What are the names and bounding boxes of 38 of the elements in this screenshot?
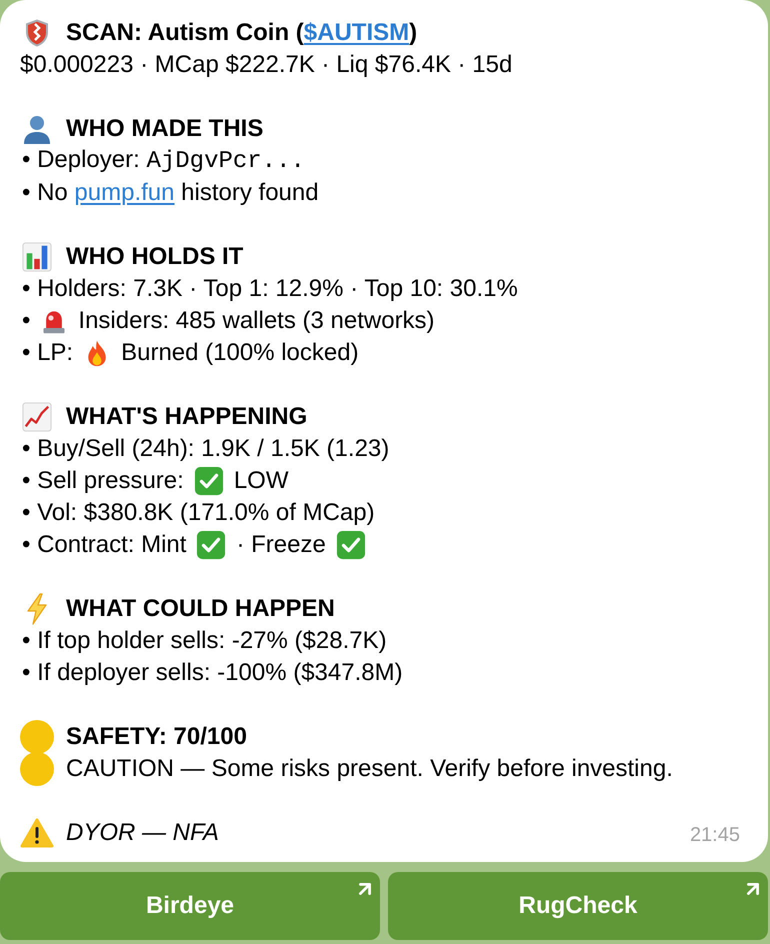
rising-chart-icon bbox=[22, 402, 52, 432]
message-text: CAUTION — Some risks present. Verify before investing. bbox=[66, 754, 673, 784]
message-title: SCAN: Autism Coin ($AUTISM) bbox=[66, 19, 418, 46]
section-heading: WHAT'S HAPPENING bbox=[66, 403, 308, 430]
stats-text: $0.000223 · MCap $222.7K · Liq $76.4K · 15d bbox=[20, 50, 512, 80]
message-text: LOW bbox=[234, 466, 288, 496]
section-heading: WHO MADE THIS bbox=[66, 115, 264, 142]
message-text: • If top holder sells: -27% ($28.7K) bbox=[22, 626, 387, 656]
inline-keyboard-button[interactable]: Birdeye bbox=[0, 872, 380, 940]
message-time: 21:45 bbox=[690, 823, 740, 848]
check-icon bbox=[336, 530, 366, 560]
inline-keyboard-button[interactable]: RugCheck bbox=[388, 872, 768, 940]
message-text: Burned (100% locked) bbox=[121, 338, 359, 368]
warning-icon bbox=[20, 817, 54, 849]
message-text: • bbox=[22, 306, 30, 336]
message-text: • LP: bbox=[22, 338, 74, 368]
message-text: • Contract: Mint bbox=[22, 530, 186, 560]
bar-chart-icon bbox=[22, 242, 52, 272]
shield-icon bbox=[25, 19, 49, 47]
check-icon bbox=[194, 466, 224, 496]
message-text: • Buy/Sell (24h): 1.9K / 1.5K (1.23) bbox=[22, 434, 390, 464]
message-text: • Deployer: AjDgvPcr... bbox=[22, 145, 305, 177]
message-text: • If deployer sells: -100% ($347.8M) bbox=[22, 658, 403, 688]
message-text: • Vol: $380.8K (171.0% of MCap) bbox=[22, 498, 375, 528]
section-heading: WHO HOLDS IT bbox=[66, 243, 244, 270]
ticker-link[interactable]: $AUTISM bbox=[304, 19, 410, 46]
section-heading: SAFETY: 70/100 bbox=[66, 723, 247, 750]
message-text: • Sell pressure: bbox=[22, 466, 184, 496]
section-heading: WHAT COULD HAPPEN bbox=[66, 595, 335, 622]
check-icon bbox=[196, 530, 226, 560]
message-text: Insiders: 485 wallets (3 networks) bbox=[78, 306, 435, 336]
person-icon bbox=[21, 113, 53, 145]
message-text: · Freeze bbox=[236, 530, 326, 560]
message-text: • No pump.fun history found bbox=[22, 178, 319, 208]
inline-link[interactable]: pump.fun bbox=[74, 179, 174, 206]
disclaimer-text: DYOR — NFA bbox=[66, 818, 219, 848]
message-text: • Holders: 7.3K · Top 1: 12.9% · Top 10: 30.1% bbox=[22, 274, 518, 304]
lightning-icon bbox=[25, 593, 49, 625]
